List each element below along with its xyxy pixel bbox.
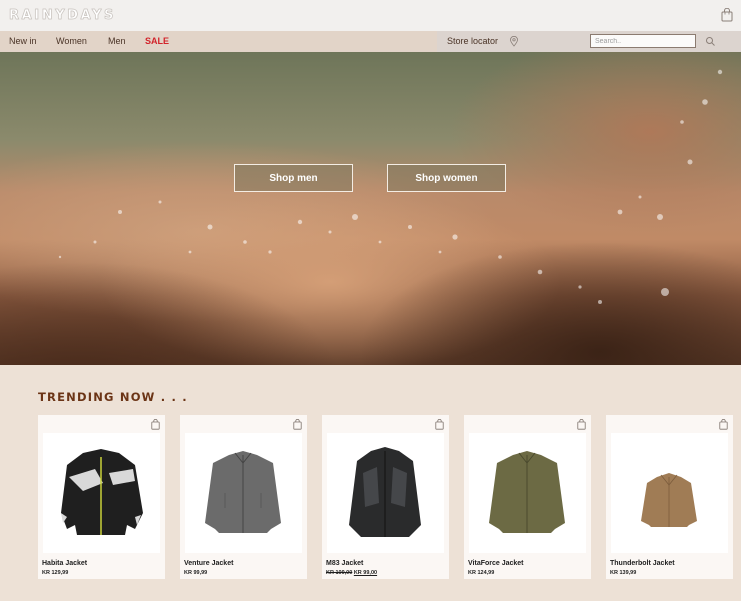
add-to-bag-icon[interactable] [719,419,728,430]
add-to-bag-icon[interactable] [577,419,586,430]
habita-jacket-image [61,449,143,535]
search-input[interactable] [590,34,696,48]
product-price: KR 139,99 [610,570,636,576]
product-price: KR 109,00 KR 99,00 [326,570,377,576]
product-card[interactable]: Habita Jacket KR 129,99 [38,415,165,579]
product-name[interactable]: VitaForce Jacket [468,560,524,567]
nav-item-sale[interactable]: SALE [145,36,169,46]
product-card[interactable]: VitaForce Jacket KR 124,99 [464,415,591,579]
product-name[interactable]: Habita Jacket [42,560,87,567]
product-price: KR 99,99 [184,570,207,576]
rain-drops-decoration [58,69,723,304]
price-value: KR 129,99 [42,570,69,576]
add-to-bag-icon[interactable] [293,419,302,430]
search-icon[interactable] [705,36,716,47]
price-value: KR 139,99 [610,570,637,576]
logo[interactable]: RAINYDAYS [9,8,116,24]
product-image[interactable] [469,433,586,553]
nav-item-new-in[interactable]: New in [9,36,37,46]
product-price: KR 129,99 [42,570,68,576]
shopping-bag-icon[interactable] [721,8,733,22]
product-image[interactable] [185,433,302,553]
nav-item-women[interactable]: Women [56,36,87,46]
product-card[interactable]: M83 Jacket KR 109,00 KR 99,00 [322,415,449,579]
m83-jacket-image [349,447,421,537]
product-image[interactable] [327,433,444,553]
price-value: KR 124,99 [468,570,495,576]
product-name[interactable]: Venture Jacket [184,560,233,567]
add-to-bag-icon[interactable] [151,419,160,430]
product-price: KR 124,99 [468,570,494,576]
product-image[interactable] [43,433,160,553]
product-card[interactable]: Venture Jacket KR 99,99 [180,415,307,579]
price-value: KR 99,99 [184,570,208,576]
main-nav: New in Women Men SALE Store locator [0,31,741,52]
sale-price: KR 99,00 [353,570,378,576]
shop-women-button[interactable]: Shop women [387,164,506,192]
store-locator-link[interactable]: Store locator [447,36,498,46]
shop-men-button[interactable]: Shop men [234,164,353,192]
old-price: KR 109,00 [326,570,353,576]
product-name[interactable]: Thunderbolt Jacket [610,560,675,567]
product-image[interactable] [611,433,728,553]
location-pin-icon[interactable] [509,36,519,47]
vitaforce-jacket-image [489,451,565,533]
nav-item-men[interactable]: Men [108,36,126,46]
product-name[interactable]: M83 Jacket [326,560,363,567]
hero-banner: Shop men Shop women [0,52,741,365]
top-bar: RAINYDAYS [0,0,741,31]
thunderbolt-jacket-image [641,473,697,527]
add-to-bag-icon[interactable] [435,419,444,430]
venture-jacket-image [205,451,281,533]
trending-heading: TRENDING NOW . . . [38,390,188,404]
product-card[interactable]: Thunderbolt Jacket KR 139,99 [606,415,733,579]
